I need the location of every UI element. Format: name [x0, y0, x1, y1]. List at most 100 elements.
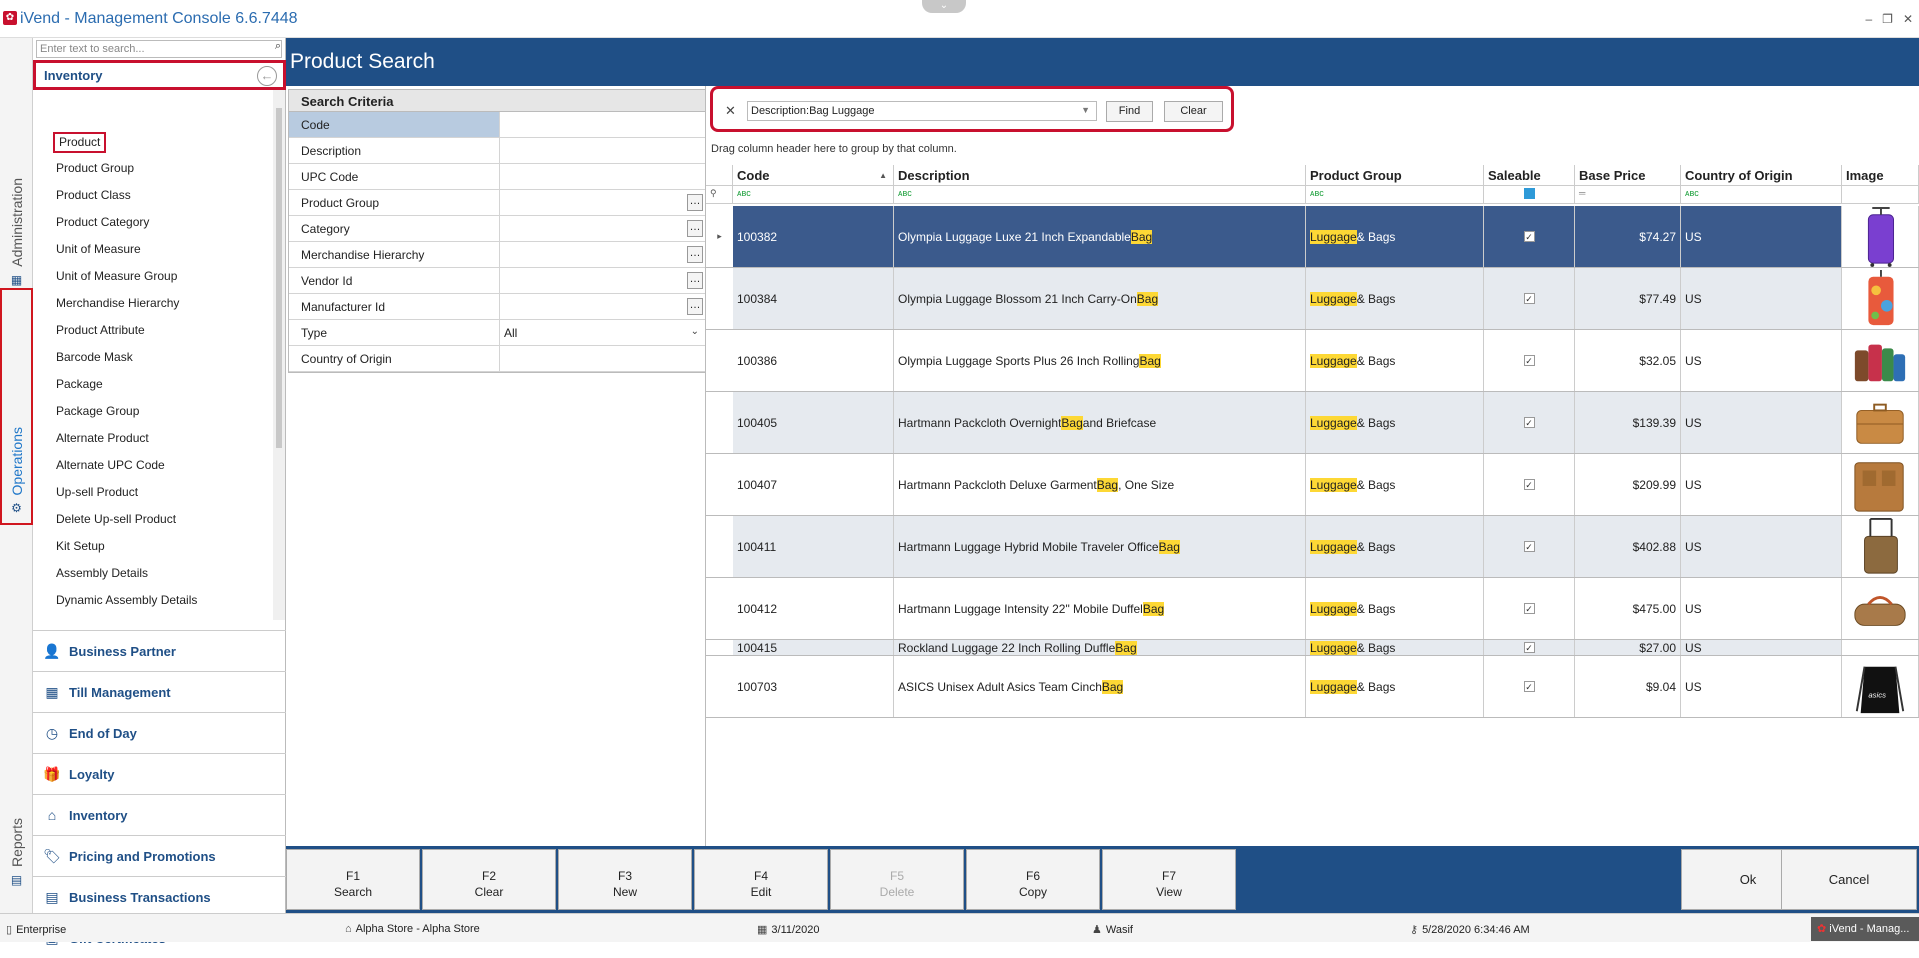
f1-search-button[interactable]: F1 Search: [286, 849, 420, 910]
column-header-country-of-origin[interactable]: Country of Origin: [1681, 165, 1842, 186]
saleable-checkbox[interactable]: ✓: [1523, 541, 1535, 552]
criteria-row-description[interactable]: Description: [289, 138, 705, 164]
ellipsis-button[interactable]: …: [687, 246, 703, 263]
sidebar-item-dynamic-assembly-details[interactable]: Dynamic Assembly Details: [53, 591, 200, 612]
vendor-id-field[interactable]: …: [500, 268, 705, 293]
nav-group-loyalty[interactable]: 🎁 Loyalty: [33, 753, 286, 794]
table-row[interactable]: 100384 Olympia Luggage Blossom 21 Inch Ca…: [706, 268, 1919, 330]
sidebar-item-alternate-product[interactable]: Alternate Product: [53, 429, 152, 450]
f4-edit-button[interactable]: F4 Edit: [694, 849, 828, 910]
sidebar-item-delete-upsell-product[interactable]: Delete Up-sell Product: [53, 510, 179, 531]
column-header-description[interactable]: Description: [894, 165, 1306, 186]
saleable-checkbox[interactable]: ✓: [1523, 681, 1535, 692]
filter-saleable[interactable]: [1484, 186, 1575, 204]
f5-delete-button[interactable]: F5 Delete: [830, 849, 964, 910]
saleable-checkbox[interactable]: ✓: [1523, 293, 1535, 304]
find-button[interactable]: Find: [1106, 101, 1153, 122]
find-input[interactable]: Description:Bag Luggage ▼: [747, 101, 1097, 121]
f6-copy-button[interactable]: F6 Copy: [966, 849, 1100, 910]
nav-group-till-management[interactable]: ▦ Till Management: [33, 671, 286, 712]
table-row[interactable]: 100415 Rockland Luggage 22 Inch Rolling D…: [706, 640, 1919, 656]
criteria-row-category[interactable]: Category…: [289, 216, 705, 242]
ellipsis-button[interactable]: …: [687, 194, 703, 211]
criteria-row-manufacturer[interactable]: Manufacturer Id…: [289, 294, 705, 320]
sidebar-item-upsell-product[interactable]: Up-sell Product: [53, 483, 141, 504]
sidebar-item-product-category[interactable]: Product Category: [53, 213, 152, 234]
nav-section-header[interactable]: Inventory ←: [33, 60, 286, 90]
criteria-row-upc[interactable]: UPC Code: [289, 164, 705, 190]
saleable-checkbox[interactable]: ✓: [1523, 642, 1535, 653]
saleable-checkbox[interactable]: ✓: [1523, 355, 1535, 366]
table-row[interactable]: 100405 Hartmann Packcloth Overnight Bag a…: [706, 392, 1919, 454]
row-indicator[interactable]: [706, 454, 733, 515]
filter-description[interactable]: ᴀʙᴄ: [894, 186, 1306, 204]
criteria-row-country[interactable]: Country of Origin: [289, 346, 705, 372]
upc-code-field[interactable]: [500, 164, 705, 189]
type-select[interactable]: All ⌄: [500, 320, 705, 345]
row-indicator[interactable]: [706, 392, 733, 453]
column-header-saleable[interactable]: Saleable: [1484, 165, 1575, 186]
minimize-icon[interactable]: –: [1865, 12, 1872, 26]
current-row-indicator-icon[interactable]: ▸: [706, 206, 733, 267]
description-field[interactable]: [500, 138, 705, 163]
product-group-field[interactable]: …: [500, 190, 705, 215]
nav-scrollbar[interactable]: [273, 90, 285, 620]
table-row[interactable]: ▸ 100382 Olympia Luggage Luxe 21 Inch Expa…: [706, 206, 1919, 268]
table-row[interactable]: 100386 Olympia Luggage Sports Plus 26 Inc…: [706, 330, 1919, 392]
filter-code[interactable]: ᴀʙᴄ: [733, 186, 894, 204]
ellipsis-button[interactable]: …: [687, 220, 703, 237]
column-header-image[interactable]: Image: [1842, 165, 1919, 186]
sidebar-item-unit-of-measure[interactable]: Unit of Measure: [53, 240, 144, 261]
criteria-row-product-group[interactable]: Product Group…: [289, 190, 705, 216]
row-indicator[interactable]: [706, 268, 733, 329]
sidebar-item-uom-group[interactable]: Unit of Measure Group: [53, 267, 180, 288]
nav-group-business-transactions[interactable]: ▤ Business Transactions: [33, 876, 286, 917]
nav-group-business-partner[interactable]: 👤 Business Partner: [33, 630, 286, 671]
sidebar-item-barcode-mask[interactable]: Barcode Mask: [53, 348, 136, 369]
taskbar-item[interactable]: ✿ iVend - Manag...: [1811, 917, 1919, 941]
criteria-row-merchandise[interactable]: Merchandise Hierarchy…: [289, 242, 705, 268]
back-arrow-icon[interactable]: ←: [257, 66, 277, 86]
row-indicator[interactable]: [706, 516, 733, 577]
nav-scrollbar-thumb[interactable]: [276, 108, 282, 448]
cancel-button[interactable]: Cancel: [1781, 849, 1917, 910]
column-header-product-group[interactable]: Product Group: [1306, 165, 1484, 186]
column-header-code[interactable]: Code ▲: [733, 165, 894, 186]
criteria-row-type[interactable]: Type All ⌄: [289, 320, 705, 346]
table-row[interactable]: 100412 Hartmann Luggage Intensity 22" Mob…: [706, 578, 1919, 640]
sidebar-item-package[interactable]: Package: [53, 375, 106, 396]
sidebar-item-product[interactable]: Product: [53, 132, 107, 153]
nav-group-inventory[interactable]: ⌂ Inventory: [33, 794, 286, 835]
sidebar-item-product-class[interactable]: Product Class: [53, 186, 134, 207]
ellipsis-button[interactable]: …: [687, 298, 703, 315]
sidebar-item-package-group[interactable]: Package Group: [53, 402, 142, 423]
saleable-checkbox[interactable]: ✓: [1523, 603, 1535, 614]
sidebar-item-product-group[interactable]: Product Group: [53, 159, 137, 180]
chevron-down-icon[interactable]: ⌄: [691, 326, 699, 337]
sidebar-item-assembly-details[interactable]: Assembly Details: [53, 564, 151, 585]
category-field[interactable]: …: [500, 216, 705, 241]
close-icon[interactable]: ✕: [1903, 12, 1913, 26]
filter-checkbox[interactable]: [1523, 188, 1535, 199]
close-find-icon[interactable]: ✕: [725, 103, 736, 119]
nav-group-end-of-day[interactable]: ◷ End of Day: [33, 712, 286, 753]
saleable-checkbox[interactable]: ✓: [1523, 479, 1535, 490]
sidebar-item-alternate-upc-code[interactable]: Alternate UPC Code: [53, 456, 168, 477]
chevron-down-icon[interactable]: ▼: [1081, 105, 1090, 115]
row-indicator[interactable]: [706, 656, 733, 717]
code-field[interactable]: [500, 112, 705, 137]
merchandise-hierarchy-field[interactable]: …: [500, 242, 705, 267]
search-icon[interactable]: ⌕: [275, 40, 281, 53]
manufacturer-id-field[interactable]: …: [500, 294, 705, 319]
tab-reports[interactable]: Reports ▤: [0, 818, 33, 898]
filter-base-price[interactable]: ═: [1575, 186, 1681, 204]
criteria-row-vendor[interactable]: Vendor Id…: [289, 268, 705, 294]
row-indicator[interactable]: [706, 640, 733, 655]
nav-search-input[interactable]: Enter text to search...: [36, 40, 282, 58]
tab-administration[interactable]: Administration ▦: [0, 178, 33, 298]
filter-country[interactable]: ᴀʙᴄ: [1681, 186, 1842, 204]
table-row[interactable]: 100407 Hartmann Packcloth Deluxe Garment …: [706, 454, 1919, 516]
country-of-origin-field[interactable]: [500, 346, 705, 371]
f3-new-button[interactable]: F3 New: [558, 849, 692, 910]
nav-group-pricing-promotions[interactable]: 🏷 Pricing and Promotions: [33, 835, 286, 876]
